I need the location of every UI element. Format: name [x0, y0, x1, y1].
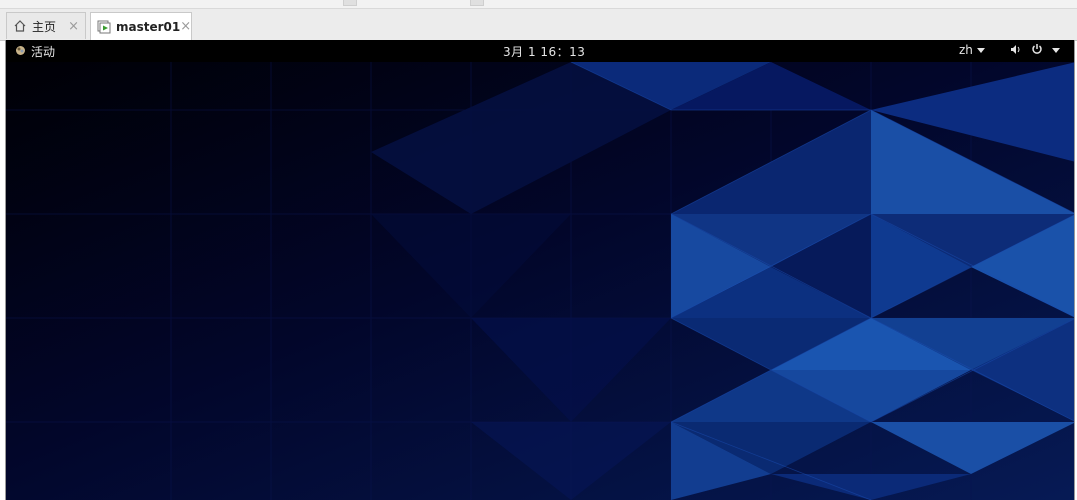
clock[interactable]: 3月 1 16：13: [503, 43, 585, 60]
chevron-down-icon: [1052, 48, 1060, 53]
tab-home[interactable]: 主页 ×: [6, 12, 86, 39]
lang-label: zh: [959, 43, 973, 57]
gnome-top-bar: 活动 3月 1 16：13 zh: [6, 40, 1074, 62]
toolbar-nub: [343, 0, 357, 6]
tab-label: master01: [116, 19, 181, 34]
chevron-down-icon: [976, 47, 985, 53]
activities-button[interactable]: 活动: [15, 43, 55, 60]
vm-icon: [97, 20, 111, 34]
home-icon: [13, 19, 27, 33]
desktop-wallpaper: [6, 62, 1074, 500]
tab-label: 主页: [32, 19, 57, 34]
activities-label: 活动: [31, 45, 56, 59]
volume-icon: [1010, 44, 1022, 58]
tab-bar: 主页 × master01 ×: [0, 9, 1077, 41]
toolbar-nub: [470, 0, 484, 6]
vm-console[interactable]: 活动 3月 1 16：13 zh: [5, 40, 1075, 500]
system-menu[interactable]: [1010, 43, 1060, 58]
power-icon: [1031, 43, 1043, 58]
tab-master01[interactable]: master01 ×: [90, 12, 192, 40]
close-icon[interactable]: ×: [180, 19, 191, 34]
gnome-foot-icon: [15, 45, 26, 59]
toolbar-strip: [0, 0, 1077, 9]
input-method-menu[interactable]: zh: [959, 43, 985, 57]
close-icon[interactable]: ×: [68, 19, 79, 34]
